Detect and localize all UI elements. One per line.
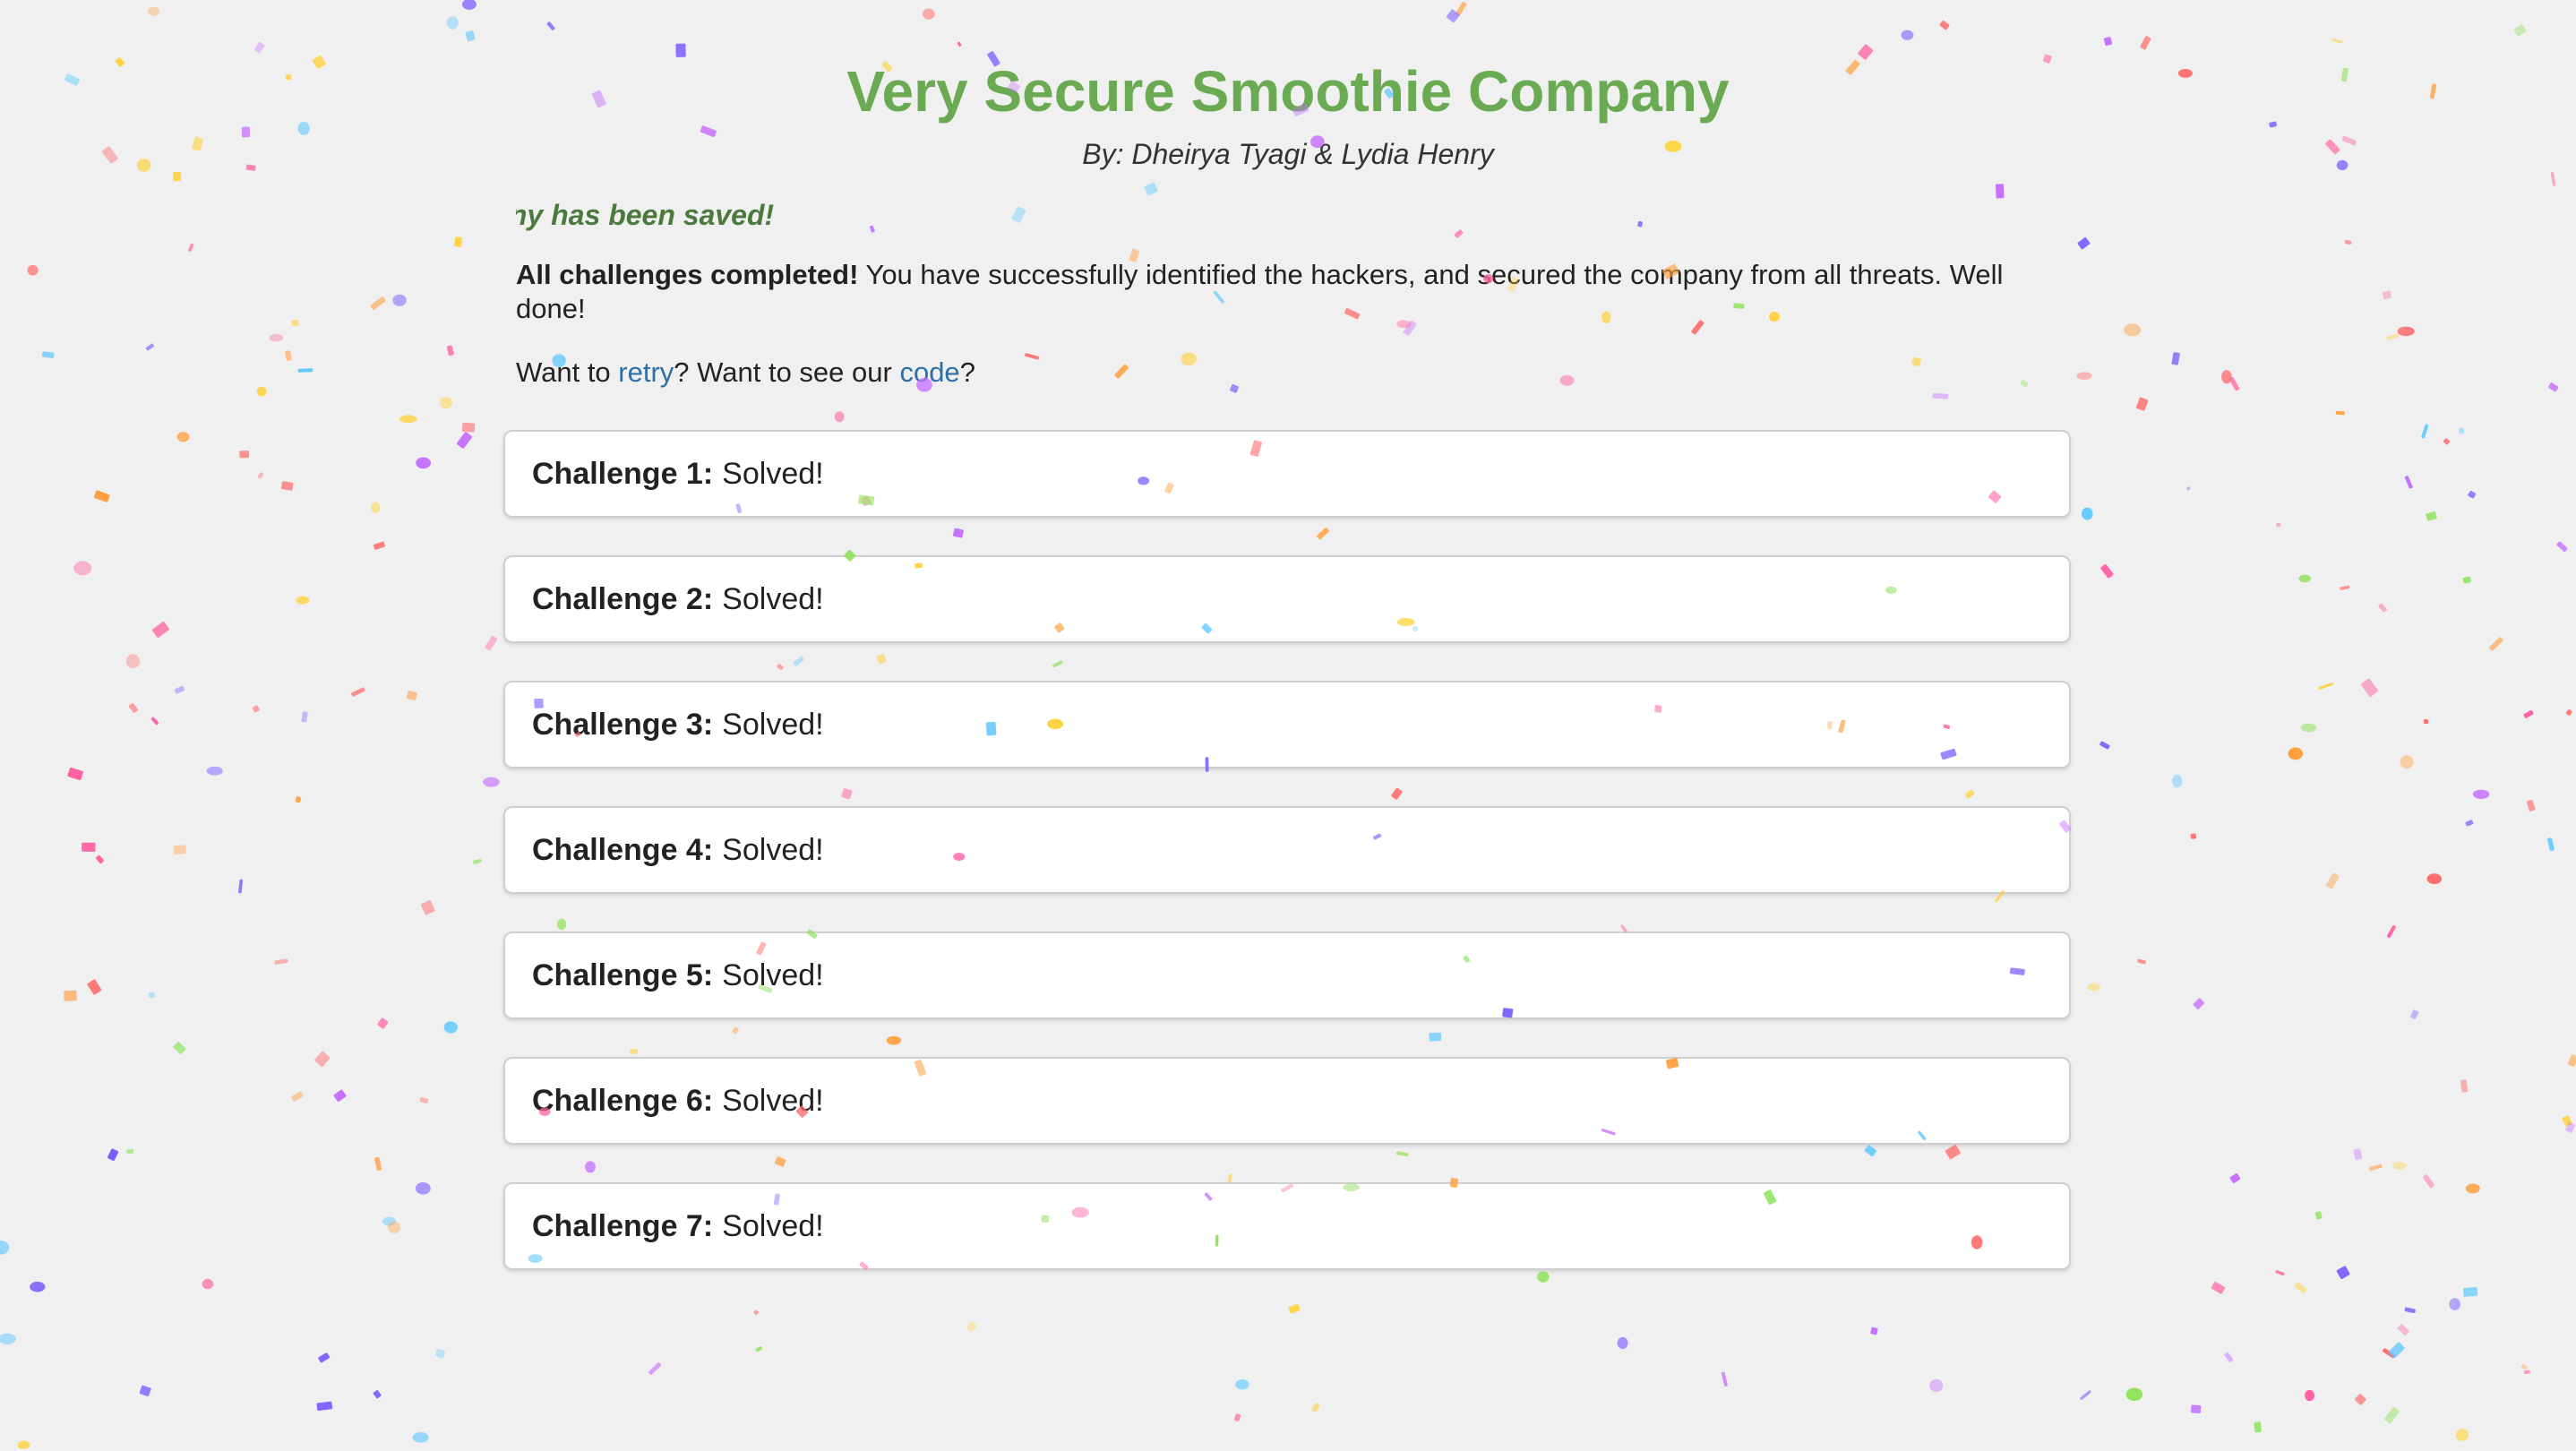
completion-message: All challenges completed! You have succe… <box>516 258 2057 326</box>
success-banner: The company has been saved! <box>516 190 2065 240</box>
success-banner-text: The company has been saved! <box>516 199 775 231</box>
challenge-status: Solved! <box>722 957 824 992</box>
completion-message-bold: All challenges completed! <box>516 259 859 290</box>
challenge-status: Solved! <box>722 581 824 616</box>
main-content: The company has been saved! All challeng… <box>503 190 2076 1308</box>
challenge-name: Challenge 2: <box>532 581 714 616</box>
challenge-card-6[interactable]: Challenge 6: Solved! <box>503 1057 2071 1145</box>
links-prefix: Want to <box>516 356 619 388</box>
challenge-name: Challenge 4: <box>532 832 714 867</box>
challenge-card-1[interactable]: Challenge 1: Solved! <box>503 430 2071 518</box>
links-suffix: ? <box>959 356 975 388</box>
challenge-status: Solved! <box>722 707 824 742</box>
retry-code-line: Want to retry? Want to see our code? <box>516 355 2076 391</box>
page-title: Very Secure Smoothie Company <box>846 59 1730 124</box>
challenge-status: Solved! <box>722 1208 824 1243</box>
challenge-name: Challenge 7: <box>532 1208 714 1243</box>
code-link[interactable]: code <box>899 356 959 388</box>
challenge-name: Challenge 6: <box>532 1083 714 1118</box>
challenge-status: Solved! <box>722 832 824 867</box>
retry-link[interactable]: retry <box>618 356 674 388</box>
challenge-card-3[interactable]: Challenge 3: Solved! <box>503 681 2071 768</box>
challenge-name: Challenge 5: <box>532 957 714 992</box>
challenge-card-2[interactable]: Challenge 2: Solved! <box>503 555 2071 643</box>
challenge-list: Challenge 1: Solved! Challenge 2: Solved… <box>503 430 2076 1270</box>
challenge-name: Challenge 3: <box>532 707 714 742</box>
page: Very Secure Smoothie Company By: Dheirya… <box>0 0 2576 1451</box>
challenge-card-5[interactable]: Challenge 5: Solved! <box>503 932 2071 1019</box>
challenge-status: Solved! <box>722 456 824 491</box>
author-byline: By: Dheirya Tyagi & Lydia Henry <box>1082 138 1494 170</box>
challenge-card-4[interactable]: Challenge 4: Solved! <box>503 806 2071 894</box>
challenge-status: Solved! <box>722 1083 824 1118</box>
challenge-name: Challenge 1: <box>532 456 714 491</box>
links-middle: ? Want to see our <box>674 356 900 388</box>
challenge-card-7[interactable]: Challenge 7: Solved! <box>503 1182 2071 1270</box>
